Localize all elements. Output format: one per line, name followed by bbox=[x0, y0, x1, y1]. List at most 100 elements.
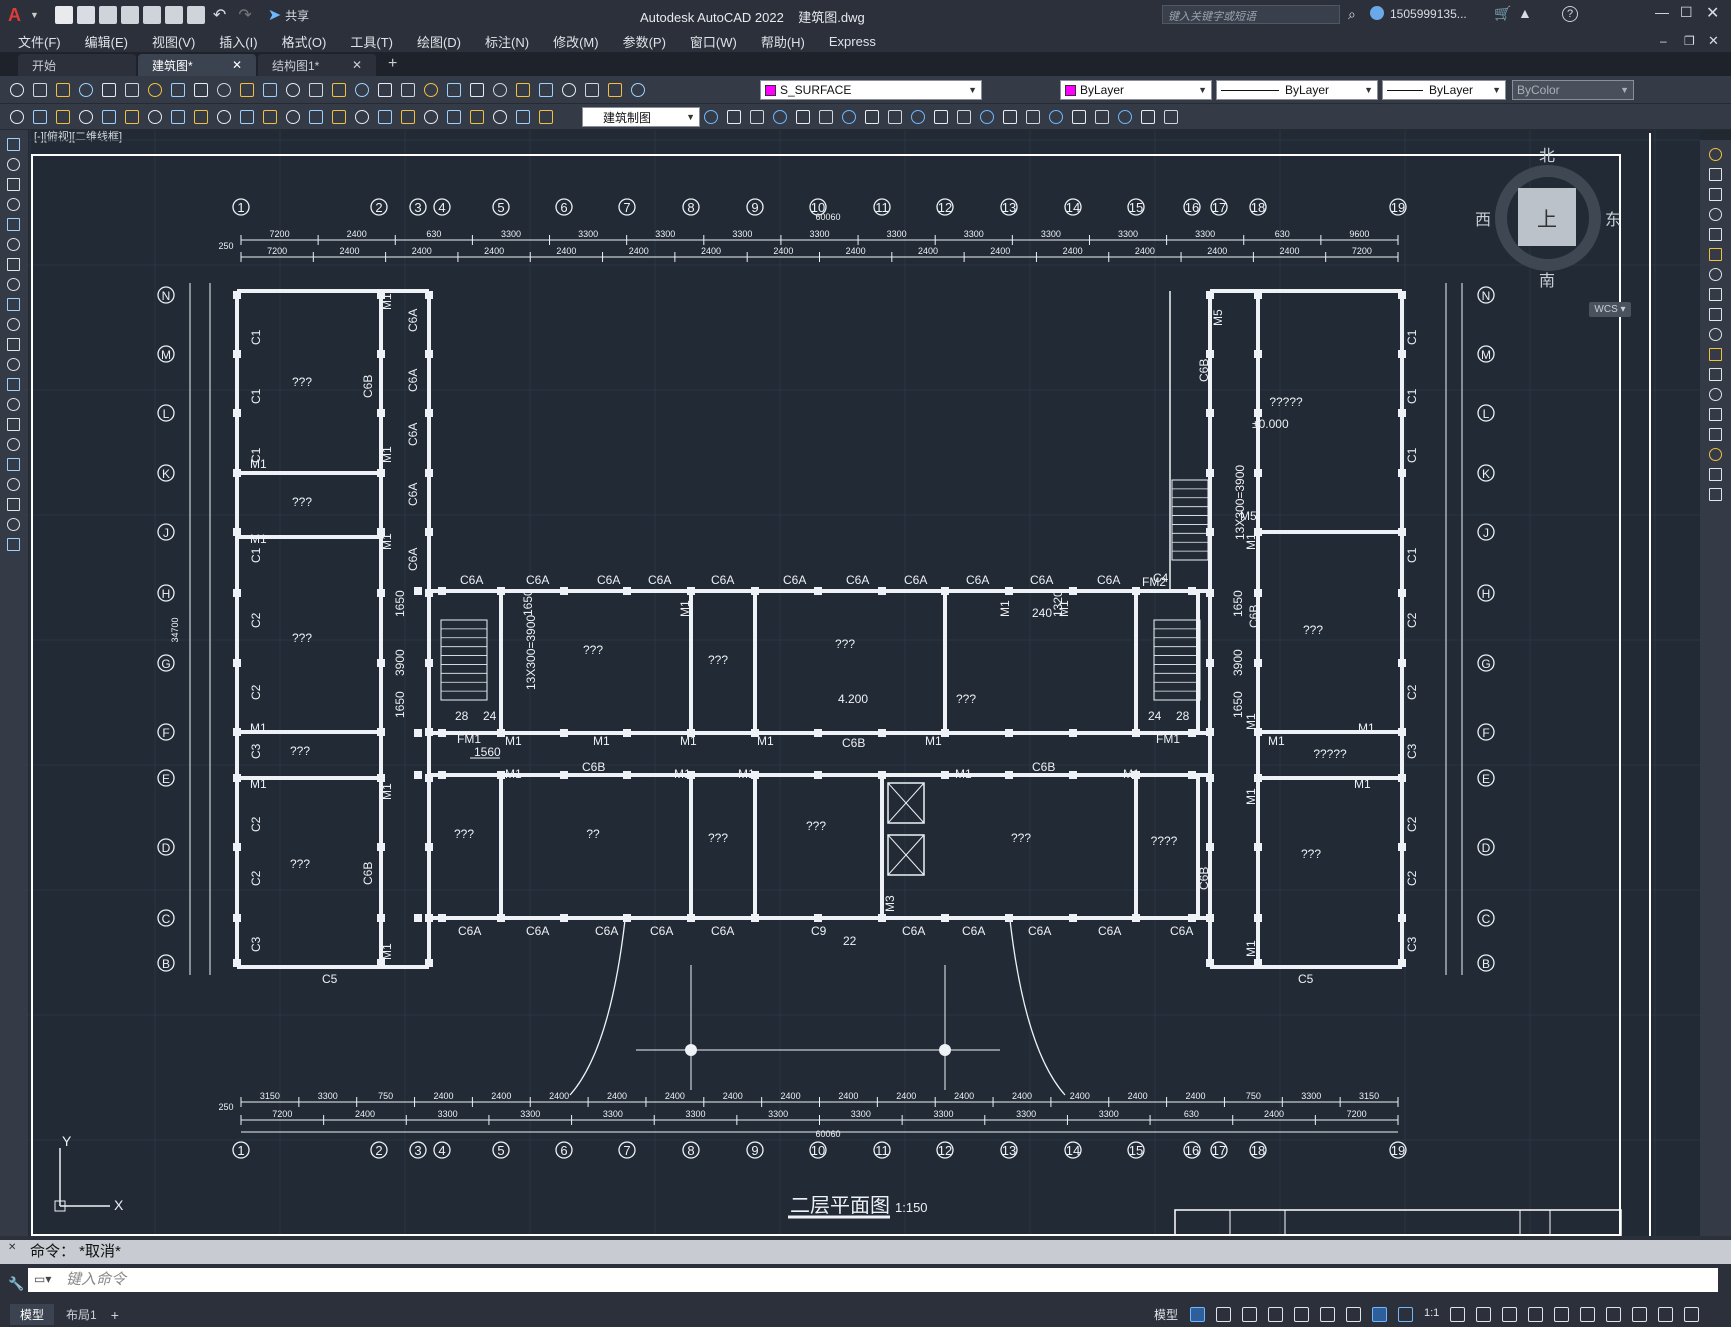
command-line[interactable]: 键入命令 bbox=[28, 1268, 1718, 1292]
maximize-button[interactable]: ☐ bbox=[1680, 4, 1693, 21]
dimension-tool-icon[interactable] bbox=[10, 110, 24, 124]
menu-format[interactable]: 格式(O) bbox=[282, 32, 327, 51]
standard-tool-icon[interactable] bbox=[401, 83, 415, 97]
dimension-tool-icon[interactable] bbox=[217, 110, 231, 124]
app-menu-chevron-icon[interactable]: ▼ bbox=[30, 10, 39, 20]
draw-tool-icon[interactable] bbox=[7, 278, 20, 291]
lineweight-dropdown[interactable]: ByLayer ▼ bbox=[1382, 80, 1506, 100]
menu-file[interactable]: 文件(F) bbox=[18, 32, 61, 51]
search-icon[interactable]: ⌕ bbox=[1348, 6, 1356, 23]
search-input[interactable]: 键入关键字或短语 bbox=[1168, 11, 1256, 23]
status-toggle-icon[interactable] bbox=[1606, 1307, 1621, 1322]
status-toggle-icon[interactable] bbox=[1476, 1307, 1491, 1322]
doc-minimize-button[interactable]: – bbox=[1660, 34, 1667, 48]
layer-dropdown[interactable]: S_SURFACE ▼ bbox=[760, 80, 982, 100]
color-dropdown[interactable]: ByLayer ▼ bbox=[1060, 80, 1212, 100]
model-space-button[interactable]: 模型 bbox=[1154, 1306, 1178, 1323]
dimension-tool-icon[interactable] bbox=[539, 110, 553, 124]
standard-tool-icon[interactable] bbox=[171, 83, 185, 97]
dimension-tool-icon[interactable] bbox=[148, 110, 162, 124]
viewcube-top-face[interactable]: 上 bbox=[1518, 188, 1576, 246]
standard-tool-icon[interactable] bbox=[585, 83, 599, 97]
draw-tool-icon[interactable] bbox=[7, 158, 20, 171]
status-toggle-icon[interactable] bbox=[1580, 1307, 1595, 1322]
tab-layout1[interactable]: 布局1 bbox=[60, 1304, 103, 1325]
standard-tool-icon[interactable] bbox=[539, 83, 553, 97]
dimension-tool-icon[interactable] bbox=[424, 110, 438, 124]
modify-tool-icon[interactable] bbox=[1709, 348, 1722, 361]
standard-tool-icon[interactable] bbox=[33, 83, 47, 97]
dimension-tool-icon[interactable] bbox=[470, 110, 484, 124]
draw-tool-icon[interactable] bbox=[7, 418, 20, 431]
standard-tool-icon[interactable] bbox=[378, 83, 392, 97]
standard-tool-icon[interactable] bbox=[355, 83, 369, 97]
draw-tool-icon[interactable] bbox=[7, 178, 20, 191]
modify-tool-icon[interactable] bbox=[819, 110, 833, 124]
standard-tool-icon[interactable] bbox=[516, 83, 530, 97]
dimension-tool-icon[interactable] bbox=[401, 110, 415, 124]
modify-tool-icon[interactable] bbox=[1709, 168, 1722, 181]
draw-tool-icon[interactable] bbox=[7, 518, 20, 531]
standard-tool-icon[interactable] bbox=[309, 83, 323, 97]
standard-tool-icon[interactable] bbox=[194, 83, 208, 97]
autodesk-app-icon[interactable]: ▲ bbox=[1518, 5, 1532, 21]
dimension-tool-icon[interactable] bbox=[309, 110, 323, 124]
draw-tool-icon[interactable] bbox=[7, 138, 20, 151]
standard-tool-icon[interactable] bbox=[10, 83, 24, 97]
annotation-scale[interactable]: 1:1 bbox=[1424, 1307, 1448, 1322]
viewcube[interactable]: 上 北 南 西 东 bbox=[1475, 140, 1621, 291]
status-toggle-icon[interactable] bbox=[1502, 1307, 1517, 1322]
standard-tool-icon[interactable] bbox=[493, 83, 507, 97]
status-toggle-icon[interactable] bbox=[1346, 1307, 1361, 1322]
dimension-tool-icon[interactable] bbox=[194, 110, 208, 124]
wcs-menu[interactable]: WCS ▾ bbox=[1589, 302, 1631, 317]
workspace-dropdown[interactable]: 建筑制图 ▼ bbox=[582, 107, 700, 127]
status-toggle-icon[interactable] bbox=[1632, 1307, 1647, 1322]
command-prompt-icon[interactable]: ▭▾ bbox=[34, 1272, 51, 1286]
standard-tool-icon[interactable] bbox=[608, 83, 622, 97]
close-icon[interactable]: ✕ bbox=[352, 58, 362, 72]
viewcube-south[interactable]: 南 bbox=[1539, 267, 1555, 291]
dimension-tool-icon[interactable] bbox=[355, 110, 369, 124]
dimension-tool-icon[interactable] bbox=[125, 110, 139, 124]
standard-tool-icon[interactable] bbox=[56, 83, 70, 97]
dimension-tool-icon[interactable] bbox=[102, 110, 116, 124]
draw-tool-icon[interactable] bbox=[7, 538, 20, 551]
cart-icon[interactable]: 🛒 bbox=[1494, 5, 1511, 22]
tab-start[interactable]: 开始 bbox=[18, 54, 136, 76]
add-layout-button[interactable]: + bbox=[111, 1307, 119, 1323]
modify-tool-icon[interactable] bbox=[1709, 268, 1722, 281]
tab-structure[interactable]: 结构图1* ✕ bbox=[258, 54, 376, 76]
standard-tool-icon[interactable] bbox=[424, 83, 438, 97]
dimension-tool-icon[interactable] bbox=[447, 110, 461, 124]
save-icon[interactable] bbox=[98, 6, 117, 24]
user-icon[interactable] bbox=[1370, 6, 1384, 20]
linetype-dropdown[interactable]: ByLayer ▼ bbox=[1216, 80, 1378, 100]
tab-architecture[interactable]: 建筑图* ✕ bbox=[138, 54, 256, 76]
status-toggle-icon[interactable] bbox=[1450, 1307, 1465, 1322]
viewcube-north[interactable]: 北 bbox=[1539, 142, 1555, 166]
standard-tool-icon[interactable] bbox=[240, 83, 254, 97]
undo-icon[interactable]: ↶ bbox=[213, 5, 226, 25]
share-icon[interactable]: ➤ bbox=[268, 5, 281, 25]
draw-tool-icon[interactable] bbox=[7, 258, 20, 271]
close-button[interactable]: ✕ bbox=[1706, 3, 1719, 23]
app-logo-icon[interactable]: A bbox=[8, 5, 30, 26]
menu-insert[interactable]: 插入(I) bbox=[219, 32, 257, 51]
modify-tool-icon[interactable] bbox=[750, 110, 764, 124]
search-box[interactable]: 键入关键字或短语 bbox=[1162, 5, 1340, 24]
save-as-icon[interactable] bbox=[120, 6, 139, 24]
dimension-tool-icon[interactable] bbox=[79, 110, 93, 124]
redo-icon[interactable]: ↷ bbox=[238, 5, 251, 25]
modify-tool-icon[interactable] bbox=[1709, 188, 1722, 201]
modify-tool-icon[interactable] bbox=[773, 110, 787, 124]
status-toggle-icon[interactable] bbox=[1320, 1307, 1335, 1322]
standard-tool-icon[interactable] bbox=[286, 83, 300, 97]
status-toggle-icon[interactable] bbox=[1268, 1307, 1283, 1322]
new-icon[interactable] bbox=[54, 6, 73, 24]
menu-parametric[interactable]: 参数(P) bbox=[623, 32, 666, 51]
plot-icon[interactable] bbox=[186, 6, 205, 24]
status-toggle-icon[interactable] bbox=[1528, 1307, 1543, 1322]
dimension-tool-icon[interactable] bbox=[493, 110, 507, 124]
modify-tool-icon[interactable] bbox=[980, 110, 994, 124]
